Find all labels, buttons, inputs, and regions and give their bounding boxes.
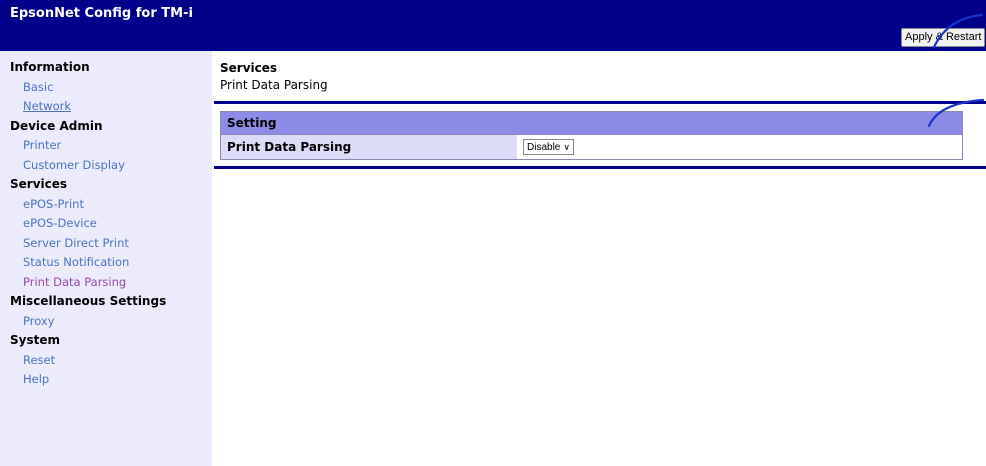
sidebar-item-epos-print[interactable]: ePOS-Print	[0, 195, 212, 215]
app-title: EpsonNet Config for TM-i	[10, 6, 193, 21]
table-header: Setting	[220, 111, 963, 135]
sidebar-item-label[interactable]: Basic	[23, 80, 53, 94]
apply-restart-button[interactable]: Apply & Restart	[901, 28, 986, 47]
sidebar: Information Basic Network Device Admin P…	[0, 51, 212, 466]
sidebar-item-proxy[interactable]: Proxy	[0, 312, 212, 332]
print-data-parsing-select[interactable]: Disable ∨	[523, 139, 574, 155]
sidebar-item-label[interactable]: ePOS-Device	[23, 216, 97, 230]
sidebar-heading-services: Services	[10, 177, 68, 191]
print-data-parsing-label: Print Data Parsing	[220, 134, 517, 160]
sidebar-item-label[interactable]: Network	[23, 99, 71, 113]
print-data-parsing-cell: Disable ∨	[517, 134, 963, 160]
sidebar-item-reset[interactable]: Reset	[0, 351, 212, 371]
chevron-down-icon: ∨	[563, 142, 570, 152]
sidebar-item-label[interactable]: ePOS-Print	[23, 197, 84, 211]
sidebar-item-epos-device[interactable]: ePOS-Device	[0, 214, 212, 234]
sidebar-item-label[interactable]: Status Notification	[23, 255, 129, 269]
sidebar-item-label[interactable]: Print Data Parsing	[23, 275, 126, 289]
sidebar-item-label[interactable]: Server Direct Print	[23, 236, 129, 250]
sidebar-item-label[interactable]: Proxy	[23, 314, 55, 328]
header-bar: EpsonNet Config for TM-i Apply & Restart	[0, 0, 986, 51]
sidebar-heading-misc-settings: Miscellaneous Settings	[10, 294, 167, 308]
settings-table: Setting Print Data Parsing Disable ∨	[220, 111, 963, 160]
divider-bottom	[214, 166, 986, 169]
sidebar-item-server-direct-print[interactable]: Server Direct Print	[0, 234, 212, 254]
sidebar-item-network[interactable]: Network	[0, 97, 212, 117]
sidebar-heading-information: Information	[10, 60, 90, 74]
sidebar-item-label[interactable]: Reset	[23, 353, 55, 367]
sidebar-item-label[interactable]: Printer	[23, 138, 61, 152]
sidebar-item-printer[interactable]: Printer	[0, 136, 212, 156]
sidebar-item-help[interactable]: Help	[0, 370, 212, 390]
section-title: Services	[220, 61, 278, 75]
select-value: Disable	[527, 142, 561, 153]
sidebar-item-basic[interactable]: Basic	[0, 78, 212, 98]
page-subtitle: Print Data Parsing	[220, 78, 328, 92]
sidebar-item-label[interactable]: Help	[23, 372, 49, 386]
sidebar-nav: Information Basic Network Device Admin P…	[0, 51, 212, 390]
sidebar-heading-system: System	[10, 333, 60, 347]
divider-top	[214, 101, 986, 104]
table-header-row: Setting	[220, 111, 963, 135]
sidebar-item-customer-display[interactable]: Customer Display	[0, 156, 212, 176]
sidebar-heading-device-admin: Device Admin	[10, 118, 103, 133]
main-content: Services Print Data Parsing Setting Prin…	[212, 51, 986, 466]
sidebar-item-print-data-parsing[interactable]: Print Data Parsing	[0, 273, 212, 293]
sidebar-item-label[interactable]: Customer Display	[23, 158, 125, 172]
table-row: Print Data Parsing Disable ∨	[220, 134, 963, 160]
sidebar-item-status-notification[interactable]: Status Notification	[0, 253, 212, 273]
